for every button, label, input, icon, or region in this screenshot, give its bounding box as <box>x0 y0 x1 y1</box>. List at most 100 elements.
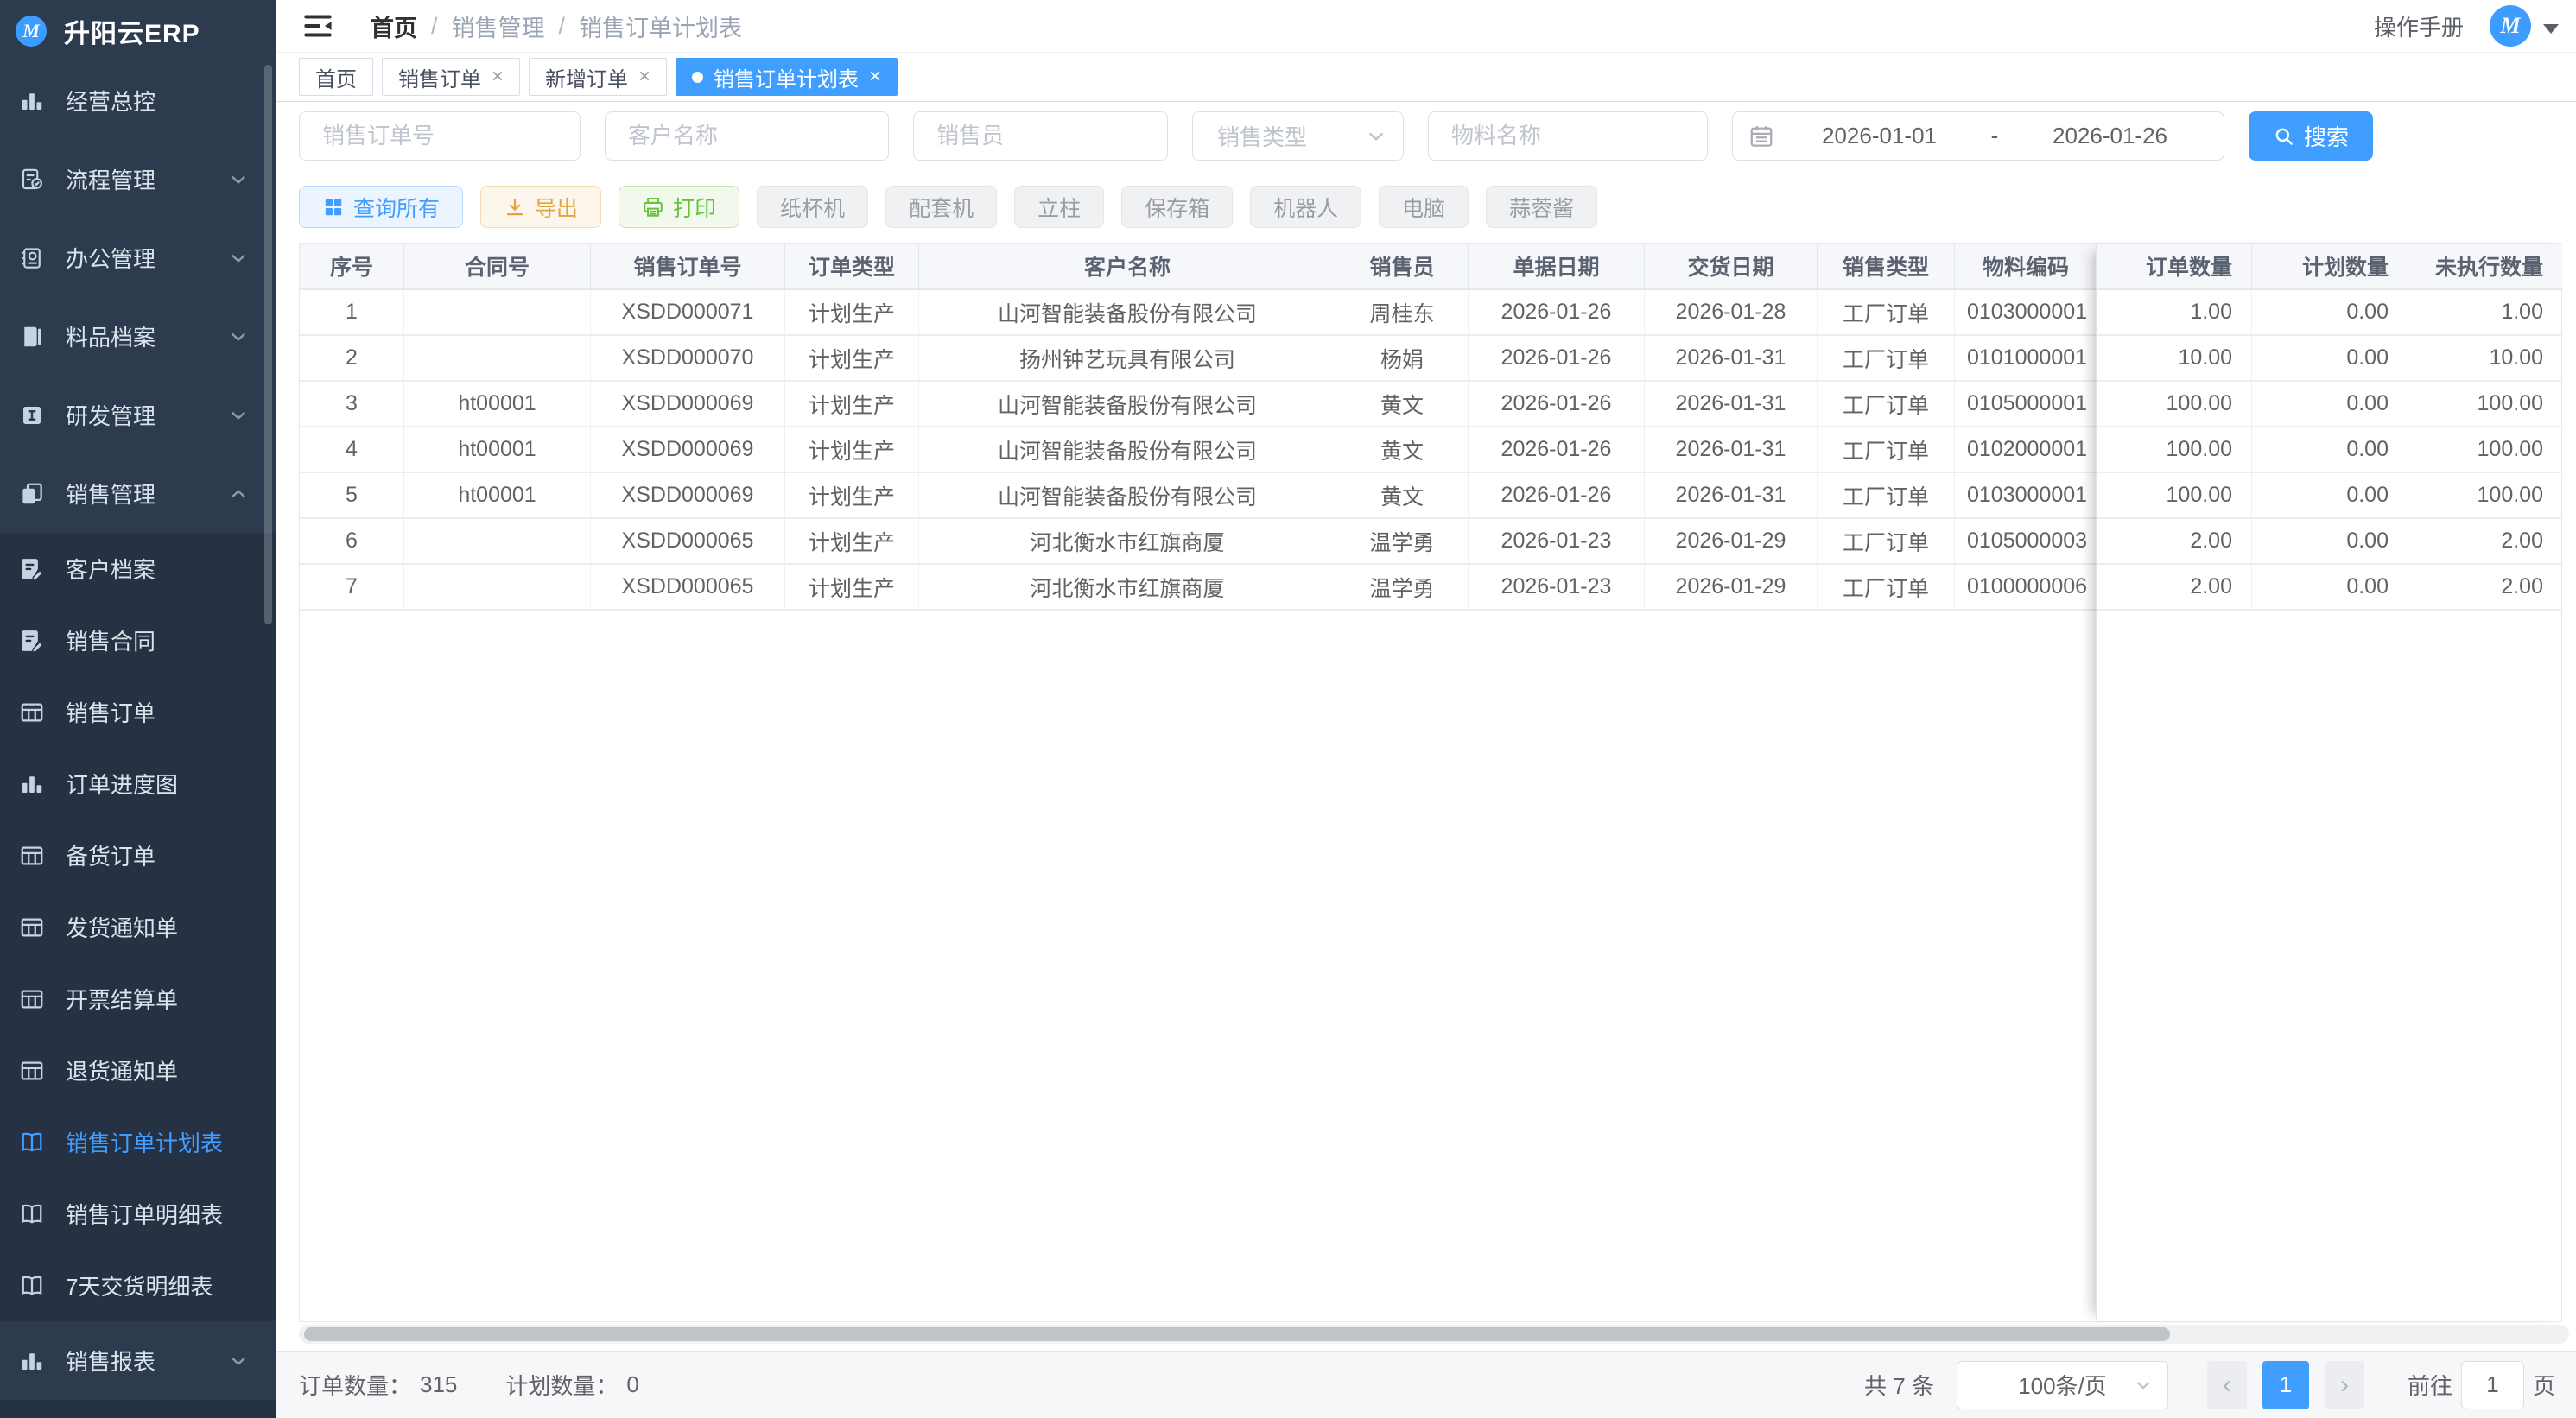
table-row[interactable]: 100.000.00100.00 <box>2097 427 2561 473</box>
action-button-label: 电脑 <box>1402 192 1445 223</box>
table-cell <box>404 290 591 336</box>
action-button[interactable]: 电脑 <box>1379 186 1469 228</box>
sidebar-item[interactable]: 研发管理 <box>0 376 276 454</box>
table-row[interactable]: 100.000.00100.00 <box>2097 382 2561 427</box>
sidebar-item[interactable]: 发货通知单 <box>0 891 276 963</box>
sidebar-item[interactable]: 销售合同 <box>0 605 276 676</box>
table-cell: 2026-01-26 <box>1469 382 1645 427</box>
tab-close-icon[interactable]: × <box>638 66 650 87</box>
table-cell: 2.00 <box>2097 519 2252 565</box>
table-row[interactable]: 6XSDD000065计划生产河北衡水市红旗商厦温学勇2026-01-23202… <box>300 519 2097 565</box>
sidebar-item[interactable]: 订单进度图 <box>0 748 276 820</box>
table-row[interactable]: 1.000.001.00 <box>2097 290 2561 336</box>
horizontal-scrollbar-thumb[interactable] <box>304 1327 2170 1341</box>
table-cell: 0.00 <box>2252 473 2408 519</box>
tab-active[interactable]: 销售订单计划表 × <box>676 58 898 96</box>
action-button[interactable]: 立柱 <box>1014 186 1104 228</box>
sidebar-item[interactable]: 销售报表 <box>0 1321 276 1400</box>
tab-close-icon[interactable]: × <box>869 66 881 87</box>
breadcrumb-sales-mgmt[interactable]: 销售管理 <box>452 9 545 43</box>
table-cell: 2026-01-28 <box>1645 290 1818 336</box>
table-row[interactable]: 2.000.002.00 <box>2097 519 2561 565</box>
sidebar-item[interactable]: 销售订单计划表 <box>0 1106 276 1178</box>
date-range-picker[interactable]: 2026-01-01 - 2026-01-26 <box>1732 111 2224 161</box>
tab-label: 销售订单计划表 <box>714 62 859 92</box>
table-row[interactable]: 10.000.0010.00 <box>2097 336 2561 382</box>
tab-2[interactable]: 新增订单× <box>529 58 667 96</box>
table-row[interactable]: 5ht00001XSDD000069计划生产山河智能装备股份有限公司黄文2026… <box>300 473 2097 519</box>
action-button[interactable]: 导出 <box>480 186 601 228</box>
chevron-down-icon <box>227 168 250 191</box>
sidebar-item[interactable]: 销售管理 <box>0 454 276 533</box>
customer-name-input[interactable] <box>605 111 889 161</box>
table-row[interactable]: 3ht00001XSDD000069计划生产山河智能装备股份有限公司黄文2026… <box>300 382 2097 427</box>
table-cell: 0105000003 <box>1955 519 2097 565</box>
order-no-input[interactable] <box>299 111 581 161</box>
table-row[interactable]: 7XSDD000065计划生产河北衡水市红旗商厦温学勇2026-01-23202… <box>300 565 2097 611</box>
sidebar-item-label: 办公管理 <box>66 242 155 274</box>
breadcrumb-separator: / <box>431 13 438 40</box>
table-cell: 山河智能装备股份有限公司 <box>919 290 1336 336</box>
table-cell: 7 <box>300 565 404 611</box>
sidebar-item[interactable]: 经营总控 <box>0 61 276 140</box>
sidebar-scrollbar-thumb[interactable] <box>264 65 272 624</box>
goto-page-input[interactable] <box>2461 1361 2524 1409</box>
table-row[interactable]: 100.000.00100.00 <box>2097 473 2561 519</box>
page-size-select[interactable]: 100条/页 <box>1957 1361 2168 1409</box>
sidebar-item[interactable]: 流程管理 <box>0 140 276 218</box>
search-button[interactable]: 搜索 <box>2249 111 2373 161</box>
action-button[interactable]: 蒜蓉酱 <box>1486 186 1597 228</box>
sidebar-item[interactable]: 备货订单 <box>0 820 276 891</box>
tab-0[interactable]: 首页 <box>299 58 373 96</box>
page-1-button[interactable]: 1 <box>2262 1361 2309 1409</box>
material-name-input[interactable] <box>1428 111 1708 161</box>
table-cell: 河北衡水市红旗商厦 <box>919 565 1336 611</box>
table-cell: XSDD000070 <box>591 336 785 382</box>
action-button[interactable]: 保存箱 <box>1121 186 1233 228</box>
sidebar-item[interactable]: 客户档案 <box>0 533 276 605</box>
sales-type-select[interactable]: 销售类型 <box>1192 111 1404 161</box>
sidebar-item-label: 备货订单 <box>66 839 155 871</box>
salesman-input[interactable] <box>913 111 1168 161</box>
prev-page-button[interactable]: ‹ <box>2207 1361 2247 1409</box>
action-button[interactable]: 配套机 <box>885 186 997 228</box>
plan-qty-label: 计划数量： <box>505 1369 618 1401</box>
active-tab-dot-icon <box>692 72 703 83</box>
app-logo[interactable]: M 升阳云ERP <box>0 0 276 61</box>
next-page-button[interactable]: › <box>2325 1361 2364 1409</box>
table-fixed-columns: 订单数量计划数量未执行数量1.000.001.0010.000.0010.001… <box>2096 244 2561 1321</box>
table-row[interactable]: 1XSDD000071计划生产山河智能装备股份有限公司周桂东2026-01-26… <box>300 290 2097 336</box>
table-cell: 0100000006 <box>1955 565 2097 611</box>
table-cell: 计划生产 <box>785 336 919 382</box>
table-row[interactable]: 2.000.002.00 <box>2097 565 2561 611</box>
table-icon <box>19 1058 45 1084</box>
action-button[interactable]: 纸杯机 <box>757 186 868 228</box>
breadcrumb-home[interactable]: 首页 <box>371 9 417 43</box>
sidebar-item[interactable]: 料品档案 <box>0 297 276 376</box>
sidebar-item[interactable]: 开票结算单 <box>0 963 276 1035</box>
user-avatar[interactable]: M <box>2490 5 2531 47</box>
sidebar-item[interactable]: 销售订单 <box>0 676 276 748</box>
table-cell: 山河智能装备股份有限公司 <box>919 473 1336 519</box>
date-start-value: 2026-01-01 <box>1781 123 1977 149</box>
action-button[interactable]: 机器人 <box>1250 186 1361 228</box>
user-menu-caret-icon[interactable] <box>2543 24 2559 34</box>
sidebar-item[interactable]: 退货通知单 <box>0 1035 276 1106</box>
sidebar-item[interactable]: 办公管理 <box>0 218 276 297</box>
action-button[interactable]: 查询所有 <box>299 186 463 228</box>
table-row[interactable]: 4ht00001XSDD000069计划生产山河智能装备股份有限公司黄文2026… <box>300 427 2097 473</box>
download-icon <box>504 196 526 218</box>
sidebar-item[interactable]: 销售订单明细表 <box>0 1178 276 1250</box>
sidebar-toggle-icon[interactable] <box>301 11 334 41</box>
tab-1[interactable]: 销售订单× <box>382 58 520 96</box>
column-header: 序号 <box>300 244 404 290</box>
sidebar-item[interactable]: 7天交货明细表 <box>0 1250 276 1321</box>
table-cell: 1 <box>300 290 404 336</box>
doc-edit-icon <box>19 628 45 654</box>
table-horizontal-scrollbar <box>299 1325 2569 1344</box>
action-button-label: 导出 <box>535 192 578 223</box>
manual-link[interactable]: 操作手册 <box>2374 10 2464 42</box>
table-row[interactable]: 2XSDD000070计划生产扬州钟艺玩具有限公司杨娟2026-01-26202… <box>300 336 2097 382</box>
tab-close-icon[interactable]: × <box>492 66 504 87</box>
action-button[interactable]: 打印 <box>619 186 739 228</box>
